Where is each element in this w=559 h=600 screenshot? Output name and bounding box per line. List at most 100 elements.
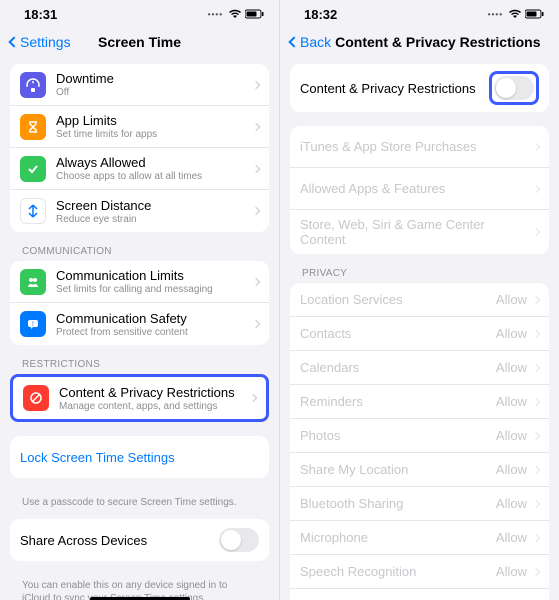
- cellular-icon: ••••: [488, 10, 503, 19]
- chevron-right-icon: [532, 397, 540, 405]
- row-privacy-item: Location ServicesAllow: [290, 283, 549, 317]
- check-icon: [20, 156, 46, 182]
- toggle-highlight: [489, 71, 539, 105]
- row-store-web-siri: Store, Web, Siri & Game Center Content: [290, 210, 549, 254]
- row-title: iTunes & App Store Purchases: [300, 139, 533, 154]
- back-button[interactable]: Back: [290, 34, 331, 50]
- row-value: Allow: [496, 564, 527, 579]
- row-allowed-apps: Allowed Apps & Features: [290, 168, 549, 210]
- back-label: Back: [300, 34, 331, 50]
- share-group: Share Across Devices: [10, 519, 269, 561]
- row-privacy-item: RemindersAllow: [290, 385, 549, 419]
- row-privacy-item: PhotosAllow: [290, 419, 549, 453]
- content-privacy-page: 18:32 •••• Back Content & Privacy Restri…: [280, 0, 559, 600]
- clock: 18:32: [304, 7, 337, 22]
- share-toggle[interactable]: [219, 528, 259, 552]
- chevron-right-icon: [532, 363, 540, 371]
- row-always-allowed[interactable]: Always AllowedChoose apps to allow at al…: [10, 148, 269, 190]
- row-content-privacy[interactable]: Content & Privacy RestrictionsManage con…: [13, 377, 266, 419]
- row-sub: Choose apps to allow at all times: [56, 171, 253, 182]
- row-share-devices[interactable]: Share Across Devices: [10, 519, 269, 561]
- row-title: Downtime: [56, 71, 253, 86]
- chevron-right-icon: [252, 122, 260, 130]
- chevron-right-icon: [532, 184, 540, 192]
- row-title: Share Across Devices: [20, 533, 219, 548]
- status-bar: 18:31 ••••: [0, 0, 279, 24]
- no-entry-icon: [23, 385, 49, 411]
- privacy-group: Location ServicesAllowContactsAllowCalen…: [290, 283, 549, 600]
- restrictions-header: RESTRICTIONS: [10, 359, 269, 374]
- chevron-right-icon: [532, 329, 540, 337]
- row-title: Share My Location: [300, 462, 496, 477]
- row-title: Content & Privacy Restrictions: [300, 81, 489, 96]
- chevron-right-icon: [532, 533, 540, 541]
- row-privacy-item: Bluetooth SharingAllow: [290, 487, 549, 521]
- row-title: Store, Web, Siri & Game Center Content: [300, 217, 533, 247]
- communication-group: Communication LimitsSet limits for calli…: [10, 261, 269, 345]
- row-title: Photos: [300, 428, 496, 443]
- downtime-icon: [20, 72, 46, 98]
- row-value: Allow: [496, 530, 527, 545]
- cpr-toggle[interactable]: [494, 76, 534, 100]
- row-screen-distance[interactable]: Screen DistanceReduce eye strain: [10, 190, 269, 232]
- main-group: DowntimeOff App LimitsSet time limits fo…: [10, 64, 269, 232]
- row-comm-safety[interactable]: ! Communication SafetyProtect from sensi…: [10, 303, 269, 345]
- chevron-right-icon: [532, 431, 540, 439]
- cellular-icon: ••••: [208, 10, 223, 19]
- row-title: Speech Recognition: [300, 564, 496, 579]
- chevron-left-icon: [8, 36, 19, 47]
- row-privacy-item: ContactsAllow: [290, 317, 549, 351]
- row-downtime[interactable]: DowntimeOff: [10, 64, 269, 106]
- chevron-right-icon: [252, 277, 260, 285]
- row-sub: Reduce eye strain: [56, 214, 253, 225]
- lock-footer: Use a passcode to secure Screen Time set…: [10, 492, 269, 519]
- row-title: Content & Privacy Restrictions: [59, 385, 250, 400]
- chevron-left-icon: [288, 36, 299, 47]
- page-title: Content & Privacy Restrictions: [335, 34, 540, 50]
- row-sub: Protect from sensitive content: [56, 327, 253, 338]
- nav-bar: Settings Screen Time: [0, 24, 279, 64]
- row-sub: Off: [56, 87, 253, 98]
- row-comm-limits[interactable]: Communication LimitsSet limits for calli…: [10, 261, 269, 303]
- privacy-header: PRIVACY: [290, 268, 549, 283]
- row-lock-settings[interactable]: Lock Screen Time Settings: [10, 436, 269, 478]
- chevron-right-icon: [532, 295, 540, 303]
- row-title: Reminders: [300, 394, 496, 409]
- clock: 18:31: [24, 7, 57, 22]
- row-privacy-item: Speech RecognitionAllow: [290, 555, 549, 589]
- row-title: Contacts: [300, 326, 496, 341]
- row-value: Allow: [496, 292, 527, 307]
- chevron-right-icon: [532, 228, 540, 236]
- page-title: Screen Time: [98, 34, 181, 50]
- hourglass-icon: [20, 114, 46, 140]
- row-title: Communication Safety: [56, 311, 253, 326]
- chevron-right-icon: [252, 80, 260, 88]
- wifi-icon: [508, 9, 522, 19]
- row-value: Allow: [496, 326, 527, 341]
- row-title: Communication Limits: [56, 268, 253, 283]
- bubble-warning-icon: !: [20, 311, 46, 337]
- lock-group: Lock Screen Time Settings: [10, 436, 269, 478]
- wifi-icon: [228, 9, 242, 19]
- row-title: Lock Screen Time Settings: [20, 450, 259, 465]
- chevron-right-icon: [532, 142, 540, 150]
- row-cpr-toggle[interactable]: Content & Privacy Restrictions: [290, 64, 549, 112]
- row-value: Allow: [496, 360, 527, 375]
- back-button[interactable]: Settings: [10, 34, 71, 50]
- chevron-right-icon: [252, 320, 260, 328]
- battery-icon: [245, 9, 265, 19]
- communication-header: COMMUNICATION: [10, 246, 269, 261]
- restrictions-group: Content & Privacy RestrictionsManage con…: [10, 374, 269, 422]
- chevron-right-icon: [532, 567, 540, 575]
- row-title: Location Services: [300, 292, 496, 307]
- row-sub: Set time limits for apps: [56, 129, 253, 140]
- toggle-group: Content & Privacy Restrictions: [290, 64, 549, 112]
- row-title: Calendars: [300, 360, 496, 375]
- row-app-limits[interactable]: App LimitsSet time limits for apps: [10, 106, 269, 148]
- row-value: Allow: [496, 428, 527, 443]
- status-bar: 18:32 ••••: [280, 0, 559, 24]
- row-value: Allow: [496, 394, 527, 409]
- people-icon: [20, 269, 46, 295]
- nav-bar: Back Content & Privacy Restrictions: [280, 24, 559, 64]
- battery-icon: [525, 9, 545, 19]
